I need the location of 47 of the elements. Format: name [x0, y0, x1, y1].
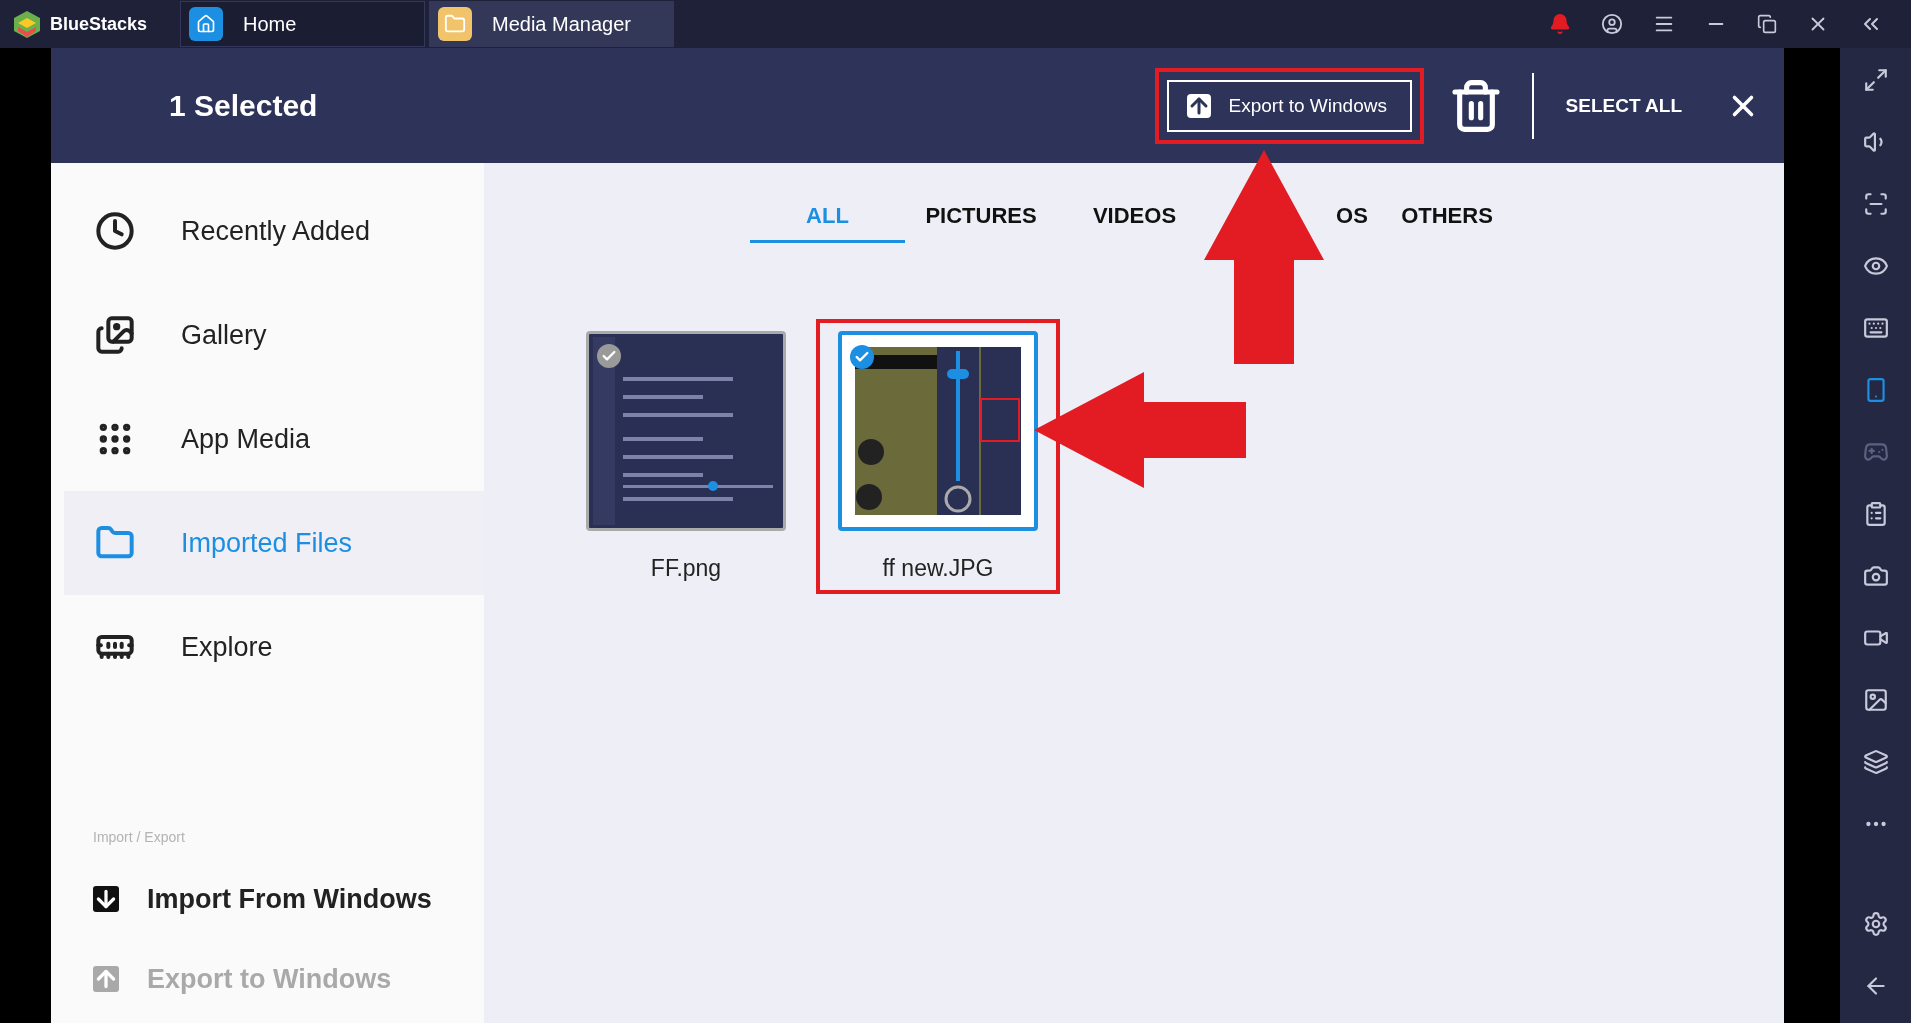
- sidebar-item-label: App Media: [181, 423, 311, 455]
- file-tile[interactable]: ff new.JPG: [818, 321, 1058, 592]
- app-logo-icon: [12, 9, 42, 39]
- import-icon: [93, 886, 119, 912]
- filter-tab[interactable]: PICTURES: [905, 191, 1057, 243]
- file-tile[interactable]: FF.png: [566, 321, 806, 592]
- export-icon: [93, 966, 119, 992]
- home-icon: [189, 7, 223, 41]
- image-icon[interactable]: [1862, 687, 1889, 713]
- clock-icon: [95, 211, 135, 251]
- restore-icon[interactable]: [1757, 14, 1777, 34]
- sidebar-item-label: Recently Added: [181, 215, 371, 247]
- settings-icon[interactable]: [1862, 911, 1889, 937]
- layers-icon[interactable]: [1862, 749, 1889, 775]
- action-label: Export to Windows: [147, 963, 392, 995]
- app-name: BlueStacks: [50, 13, 148, 35]
- window-tab[interactable]: Media Manager: [429, 1, 674, 47]
- tab-label: Media Manager: [492, 12, 631, 36]
- file-name: FF.png: [650, 555, 722, 582]
- sidebar-item-label: Explore: [181, 631, 273, 663]
- window-tab[interactable]: Home: [180, 1, 425, 47]
- sidebar-action[interactable]: Import From Windows: [51, 859, 484, 939]
- filter-tab[interactable]: OTHERS: [1400, 191, 1494, 243]
- sidebar-item[interactable]: Explore: [64, 595, 484, 699]
- sidebar-item[interactable]: App Media: [64, 387, 484, 491]
- sidebar-item-label: Gallery: [181, 319, 267, 351]
- scan-icon[interactable]: [1862, 191, 1889, 217]
- sidebar-item-label: Imported Files: [181, 527, 353, 559]
- fullscreen-icon[interactable]: [1862, 67, 1889, 93]
- export-icon: [1186, 93, 1211, 118]
- sidebar-item[interactable]: Gallery: [64, 283, 484, 387]
- section-label: Import / Export: [93, 829, 186, 845]
- tab-label: Home: [243, 12, 297, 36]
- camera-icon[interactable]: [1862, 563, 1889, 589]
- check-icon: [850, 345, 874, 369]
- filter-tab[interactable]: VIDEOS: [1057, 191, 1212, 243]
- filter-tab[interactable]: OS: [1328, 191, 1376, 243]
- select-all-button[interactable]: SELECT ALL: [1565, 94, 1682, 117]
- selection-count-title: 1 Selected: [169, 88, 318, 123]
- folder-icon: [438, 7, 472, 41]
- gallery-icon: [95, 315, 135, 355]
- sidebar-item[interactable]: Recently Added: [64, 179, 484, 283]
- action-label: Import From Windows: [147, 883, 432, 915]
- account-icon[interactable]: [1601, 13, 1623, 35]
- notification-bell-icon[interactable]: [1549, 13, 1571, 35]
- keyboard-icon[interactable]: [1862, 315, 1889, 341]
- file-name: ff new.JPG: [882, 555, 994, 582]
